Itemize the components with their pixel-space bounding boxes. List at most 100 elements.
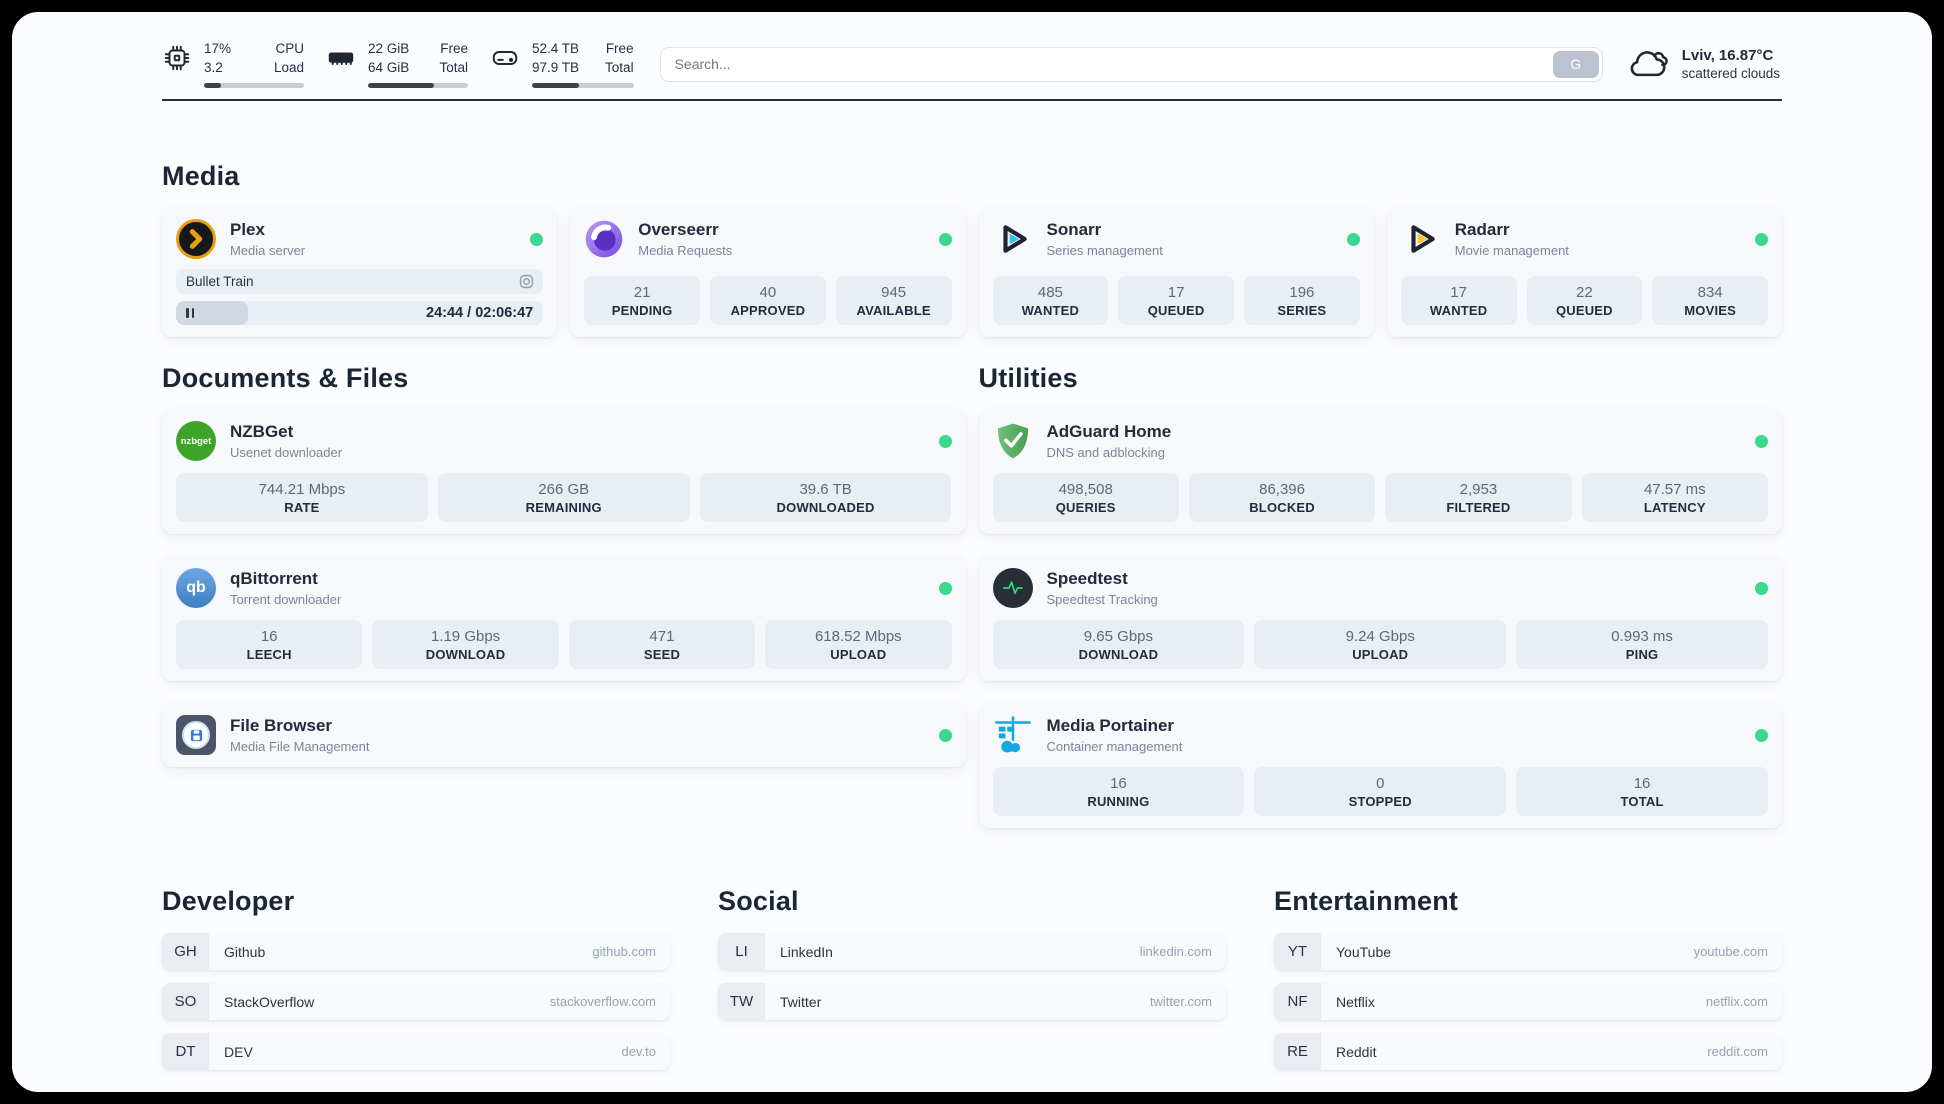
top-bar: 17% 3.2 CPU Load 22 GiB 64 GiB Free Tota… (162, 38, 1782, 90)
app-title: Media Portainer (1046, 716, 1175, 735)
bookmark-url: twitter.com (1149, 994, 1212, 1009)
stat-running: 16 RUNNING (992, 767, 1245, 816)
bookmark-url: stackoverflow.com (549, 994, 656, 1009)
bookmark-youtube[interactable]: YT YouTube youtube.com (1274, 933, 1782, 970)
bookmark-twitter[interactable]: TW Twitter twitter.com (718, 983, 1226, 1020)
bookmark-group-entertainment: Entertainment YT YouTube youtube.com NF … (1274, 886, 1782, 1070)
stat-downloaded: 39.6 TB DOWNLOADED (699, 473, 952, 522)
stat-queued: 22 QUEUED (1526, 276, 1643, 325)
stat-approved: 40 APPROVED (710, 276, 826, 325)
app-subtitle: Media server (230, 243, 306, 258)
stat-latency: 47.57 ms LATENCY (1581, 473, 1768, 522)
bookmarks-grid: Developer GH Github github.com SO StackO… (162, 886, 1782, 1070)
bookmark-linkedin[interactable]: LI LinkedIn linkedin.com (718, 933, 1226, 970)
app-card-filebrowser[interactable]: File Browser Media File Management (162, 703, 966, 767)
bookmark-abbr: TW (718, 983, 765, 1020)
bookmark-stackoverflow[interactable]: SO StackOverflow stackoverflow.com (162, 983, 670, 1020)
bookmark-github[interactable]: GH Github github.com (162, 933, 670, 970)
memory-icon (328, 52, 354, 66)
app-card-overseerr[interactable]: Overseerr Media Requests 21 PENDING 40 A… (570, 207, 966, 337)
bookmark-url: netflix.com (1705, 994, 1768, 1009)
weather-summary: Lviv, 16.87°C (1681, 47, 1774, 64)
app-title: Sonarr (1046, 220, 1102, 239)
stat-download: 9.65 Gbps DOWNLOAD (992, 620, 1245, 669)
status-dot (1755, 232, 1768, 246)
stat-wanted: 17 WANTED (1400, 276, 1517, 325)
bookmark-abbr: RE (1274, 1033, 1321, 1070)
app-subtitle: Usenet downloader (230, 445, 343, 460)
section-title-utilities: Utilities (978, 363, 1078, 393)
app-card-sonarr[interactable]: Sonarr Series management 485 WANTED 17 Q… (978, 207, 1374, 337)
app-card-qbittorrent[interactable]: qb qBittorrent Torrent downloader 16 LEE… (162, 556, 966, 681)
bookmark-reddit[interactable]: RE Reddit reddit.com (1274, 1033, 1782, 1070)
app-subtitle: Torrent downloader (230, 592, 342, 607)
app-card-nzbget[interactable]: nzbget NZBGet Usenet downloader 744.21 M… (162, 409, 966, 534)
stat-remaining: 266 GB REMAINING (437, 473, 690, 522)
app-title: Speedtest (1046, 569, 1128, 588)
app-title: qBittorrent (230, 569, 318, 588)
app-card-speedtest[interactable]: Speedtest Speedtest Tracking 9.65 Gbps D… (978, 556, 1782, 681)
bookmark-name: Reddit (1336, 1043, 1377, 1060)
radarr-icon (1401, 219, 1441, 259)
bookmark-name: StackOverflow (224, 993, 315, 1010)
status-dot (1755, 581, 1768, 595)
bookmark-abbr: DT (162, 1033, 209, 1070)
app-card-radarr[interactable]: Radarr Movie management 17 WANTED 22 QUE… (1386, 207, 1782, 337)
status-dot (1755, 728, 1768, 742)
section-title-documents: Documents & Files (162, 363, 409, 393)
bookmark-abbr: GH (162, 933, 209, 970)
session-view-icon[interactable] (518, 273, 535, 290)
bookmark-name: Github (224, 943, 266, 960)
app-subtitle: Media File Management (230, 739, 370, 754)
pause-icon (186, 308, 194, 318)
bookmark-name: LinkedIn (780, 943, 833, 960)
filebrowser-icon (176, 715, 216, 755)
search-provider-button[interactable]: G (1552, 50, 1599, 78)
cpu-progress (204, 82, 304, 88)
cpu-values: 17% 3.2 (204, 41, 232, 75)
cpu-icon (164, 45, 190, 71)
stat-filtered: 2,953 FILTERED (1385, 473, 1572, 522)
stat-series: 196 SERIES (1244, 276, 1360, 325)
app-subtitle: Container management (1046, 739, 1183, 754)
stat-available: 945 AVAILABLE (835, 276, 952, 325)
memory-labels: Free Total (439, 41, 468, 75)
bookmark-url: youtube.com (1693, 944, 1768, 959)
memory-widget: 22 GiB 64 GiB Free Total (326, 40, 468, 88)
bookmark-group-social: Social LI LinkedIn linkedin.com TW Twitt… (718, 886, 1226, 1070)
app-card-plex[interactable]: Plex Media server Bullet Train 24:44 / 0… (162, 207, 558, 337)
section-title-social: Social (718, 886, 799, 916)
status-dot (530, 232, 544, 246)
section-documents: Documents & Files nzbget NZBGet Usenet d… (162, 363, 966, 828)
bookmark-netflix[interactable]: NF Netflix netflix.com (1274, 983, 1782, 1020)
disk-labels: Free Total (605, 41, 634, 75)
speedtest-icon (992, 568, 1033, 608)
app-title: AdGuard Home (1046, 422, 1172, 441)
status-dot (1755, 434, 1768, 448)
search-bar: G (659, 46, 1603, 82)
stat-blocked: 86,396 BLOCKED (1188, 473, 1376, 522)
plex-icon (176, 219, 216, 259)
disk-icon (492, 51, 518, 66)
app-title: File Browser (230, 716, 333, 735)
bookmark-name: Netflix (1336, 993, 1375, 1010)
adguard-icon (993, 421, 1033, 461)
bookmark-dev[interactable]: DT DEV dev.to (162, 1033, 670, 1070)
stat-queued: 17 QUEUED (1118, 276, 1234, 325)
media-grid: Plex Media server Bullet Train 24:44 / 0… (162, 207, 1782, 337)
now-playing-title: Bullet Train (186, 274, 254, 289)
stat-leech: 16 LEECH (176, 620, 363, 669)
stat-ping: 0.993 ms PING (1516, 620, 1768, 669)
section-utilities: Utilities AdGuard Home DNS and adblockin… (978, 363, 1782, 828)
app-card-adguard[interactable]: AdGuard Home DNS and adblocking 498,508 … (978, 409, 1782, 534)
bookmark-name: Twitter (780, 993, 822, 1010)
stat-upload: 9.24 Gbps UPLOAD (1254, 620, 1507, 669)
stat-rate: 744.21 Mbps RATE (176, 473, 428, 522)
now-playing-row: Bullet Train (176, 269, 544, 294)
search-input[interactable] (659, 46, 1603, 82)
app-card-portainer[interactable]: Media Portainer Container management 16 … (978, 703, 1782, 828)
portainer-icon (993, 715, 1033, 755)
memory-progress (368, 82, 468, 88)
memory-values: 22 GiB 64 GiB (368, 41, 410, 75)
status-dot (938, 581, 952, 595)
